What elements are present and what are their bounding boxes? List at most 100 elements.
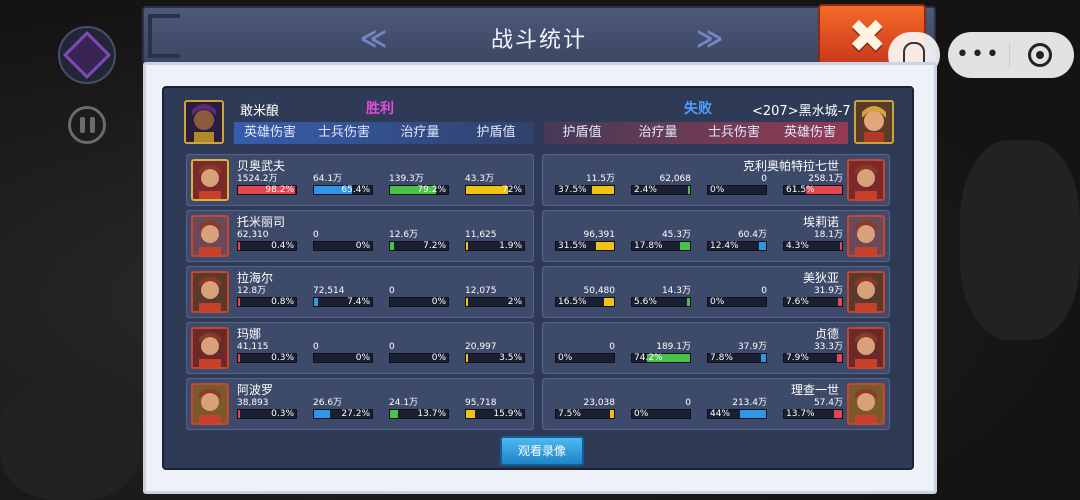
stat-cell: 62,3100.4% (237, 229, 297, 251)
stat-value: 0 (555, 341, 615, 353)
stat-cell: 00% (389, 285, 449, 307)
table-row: 克利奥帕特拉七世11.5万37.5%62,0682.4%00%258.1万61.… (542, 154, 890, 206)
stat-bar: 17.8% (631, 241, 691, 251)
stat-percent: 0.8% (271, 297, 294, 307)
pause-icon[interactable] (68, 106, 106, 144)
stat-bar-fill (390, 242, 394, 250)
stat-cell: 72,5147.4% (313, 285, 373, 307)
stat-cell: 00% (631, 397, 691, 419)
hero-name: 贞德 (815, 325, 839, 342)
stat-cell: 23,0387.5% (555, 397, 615, 419)
header-soldier-damage: 士兵伤害 (696, 122, 772, 144)
stat-cell: 24.1万13.7% (389, 397, 449, 419)
hero-portrait (191, 215, 229, 257)
stat-cell: 258.1万61.5% (783, 173, 843, 195)
stat-cell: 96,39131.5% (555, 229, 615, 251)
stat-value: 0 (707, 285, 767, 297)
stat-cell: 14.3万5.6% (631, 285, 691, 307)
stat-bar: 31.5% (555, 241, 615, 251)
stat-percent: 3.5% (499, 353, 522, 363)
title-bar: ≪ 战斗统计 ≫ (142, 6, 936, 66)
stat-percent: 0% (356, 241, 370, 251)
stat-bar: 44% (707, 409, 767, 419)
stat-value: 139.3万 (389, 173, 449, 185)
stat-bar-fill (759, 242, 766, 250)
stat-cell: 26.6万27.2% (313, 397, 373, 419)
stat-percent: 0% (634, 409, 648, 419)
stat-percent: 2.4% (634, 185, 657, 195)
stat-bar-fill (314, 298, 318, 306)
hero-name: 托米丽司 (237, 213, 285, 230)
stat-bar: 7.8% (707, 353, 767, 363)
stat-percent: 0% (710, 297, 724, 307)
stat-bar: 2% (465, 297, 525, 307)
header-healing: 治疗量 (382, 122, 458, 144)
right-result: 失败 (684, 98, 712, 118)
stat-value: 64.1万 (313, 173, 373, 185)
stat-bar-fill (761, 354, 766, 362)
stat-bar-fill (466, 354, 468, 362)
alliance-badge-icon[interactable] (58, 26, 116, 84)
hero-name: 阿波罗 (237, 381, 273, 398)
stat-percent: 7.2% (423, 241, 446, 251)
stat-value: 26.6万 (313, 397, 373, 409)
stat-value: 62,068 (631, 173, 691, 185)
exit-icon[interactable] (1028, 43, 1052, 67)
left-column-headers: 英雄伤害 士兵伤害 治疗量 护盾值 (234, 122, 534, 144)
stat-cell: 18.1万4.3% (783, 229, 843, 251)
table-row: 贞德00%189.1万74.2%37.9万7.8%33.3万7.9% (542, 322, 890, 374)
stat-cell: 12.8万0.8% (237, 285, 297, 307)
stat-value: 33.3万 (783, 341, 843, 353)
hero-name: 玛娜 (237, 325, 261, 342)
stat-bar: 7.9% (783, 353, 843, 363)
stat-bar-fill (466, 298, 468, 306)
stat-value: 1524.2万 (237, 173, 297, 185)
stat-percent: 0% (356, 353, 370, 363)
stat-value: 60.4万 (707, 229, 767, 241)
stat-value: 41,115 (237, 341, 297, 353)
stat-bar: 61.5% (783, 185, 843, 195)
stat-bar: 13.7% (389, 409, 449, 419)
more-icon[interactable]: ••• (948, 42, 1010, 68)
stat-value: 0 (389, 285, 449, 297)
hero-portrait (191, 271, 229, 313)
stat-value: 0 (631, 397, 691, 409)
stat-bar-fill (592, 186, 614, 194)
stat-value: 38,893 (237, 397, 297, 409)
stat-percent: 2% (508, 297, 522, 307)
stat-percent: 13.7% (417, 409, 446, 419)
stat-bar: 5.6% (631, 297, 691, 307)
stat-percent: 5.6% (634, 297, 657, 307)
stat-value: 37.9万 (707, 341, 767, 353)
next-button[interactable]: ≫ (696, 24, 713, 54)
stat-cell: 60.4万12.4% (707, 229, 767, 251)
stat-cell: 95,71815.9% (465, 397, 525, 419)
stat-bar: 79.2% (389, 185, 449, 195)
stat-cell: 12.6万7.2% (389, 229, 449, 251)
stat-bar-fill (680, 242, 690, 250)
stat-cell: 38,8930.3% (237, 397, 297, 419)
stat-bar: 0% (631, 409, 691, 419)
stat-value: 0 (707, 173, 767, 185)
stat-bar: 4.3% (783, 241, 843, 251)
stat-percent: 74.2% (634, 353, 663, 363)
stat-bar: 74.2% (631, 353, 691, 363)
stat-bar: 0% (313, 353, 373, 363)
stat-bar-fill (596, 242, 614, 250)
stat-percent: 12.4% (710, 241, 739, 251)
stat-bar-fill (238, 298, 240, 306)
watch-replay-button[interactable]: 观看录像 (500, 436, 584, 466)
stat-value: 213.4万 (707, 397, 767, 409)
hero-portrait (191, 159, 229, 201)
stat-percent: 31.5% (558, 241, 587, 251)
hero-portrait (847, 271, 885, 313)
stat-percent: 37.5% (558, 185, 587, 195)
stat-percent: 7.5% (558, 409, 581, 419)
stat-bar: 98.2% (237, 185, 297, 195)
hero-portrait (191, 327, 229, 369)
hero-portrait (847, 383, 885, 425)
stat-bar: 13.7% (783, 409, 843, 419)
header-hero-damage: 英雄伤害 (772, 122, 848, 144)
stat-cell: 64.1万65.4% (313, 173, 373, 195)
stat-bar-fill (840, 242, 842, 250)
